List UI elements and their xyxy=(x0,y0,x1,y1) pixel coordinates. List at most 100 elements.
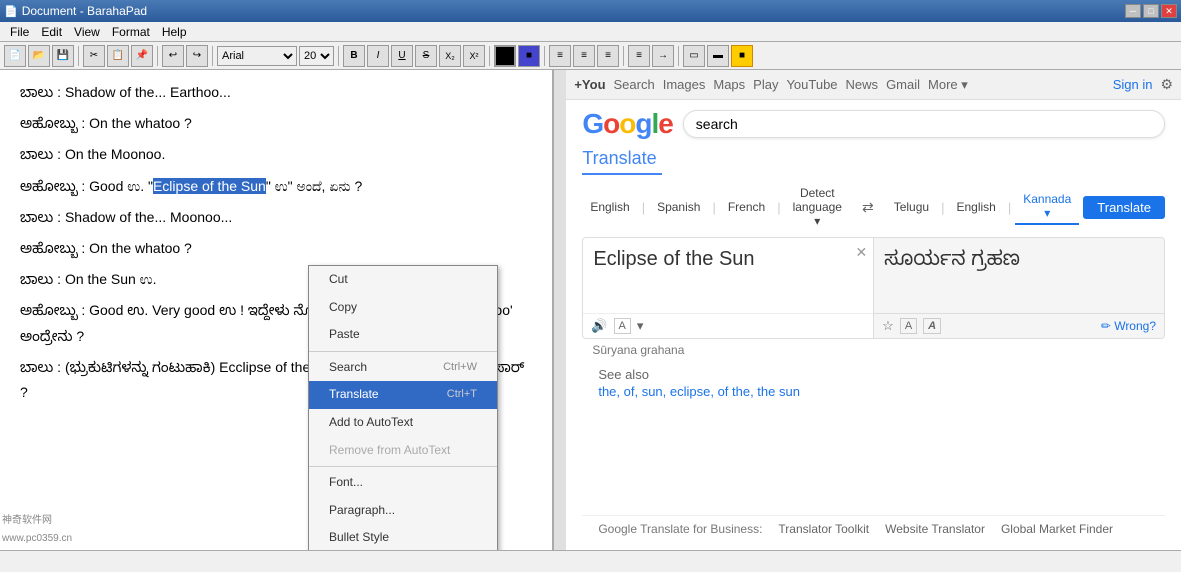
font-select[interactable]: Arial xyxy=(217,46,297,66)
close-button[interactable]: ✕ xyxy=(1161,4,1177,18)
menu-view[interactable]: View xyxy=(68,23,106,41)
google-nav-you[interactable]: +You xyxy=(574,77,605,92)
cm-add-autotext-label: Add to AutoText xyxy=(329,412,413,434)
toolbar-sep4 xyxy=(338,46,339,66)
toolbar-sep7 xyxy=(623,46,624,66)
toolbar-redo[interactable]: ↪ xyxy=(186,45,208,67)
google-nav-play[interactable]: Play xyxy=(753,77,778,92)
output-share-icon[interactable]: A xyxy=(900,318,917,334)
translation-boxes: Eclipse of the Sun ✕ 🔊 A ▾ ಸೂರ್ಯನ ಗ್ರಹಣ xyxy=(582,237,1165,339)
toolbar-columns2[interactable]: ▬ xyxy=(707,45,729,67)
translation-close-icon[interactable]: ✕ xyxy=(855,244,867,261)
romanization: Sūryana grahana xyxy=(582,339,1165,361)
google-nav-more[interactable]: More ▾ xyxy=(928,77,968,93)
toolbar-open[interactable]: 📂 xyxy=(28,45,50,67)
output-icons: ☆ A A xyxy=(882,318,941,334)
menu-format[interactable]: Format xyxy=(106,23,156,41)
speaker-icon[interactable]: 🔊 xyxy=(591,318,607,334)
google-nav-maps[interactable]: Maps xyxy=(713,77,745,92)
toolbar-underline[interactable]: U xyxy=(391,45,413,67)
doc-text-7: On the Sun ಉ. xyxy=(65,271,157,287)
toolbar-superscript[interactable]: X² xyxy=(463,45,485,67)
cm-font[interactable]: Font... xyxy=(309,469,497,497)
google-search-input[interactable] xyxy=(683,110,1165,138)
translation-output-controls: ☆ A A ✏ Wrong? xyxy=(874,313,1164,338)
toolbar-list[interactable]: ≡ xyxy=(628,45,650,67)
document-area[interactable]: 神奇软件网 www.pc0359.cn ಬಾಲು : Shadow of the… xyxy=(0,70,553,550)
cm-remove-autotext: Remove from AutoText xyxy=(309,437,497,465)
lang-kannada[interactable]: Kannada ▾ xyxy=(1015,189,1079,225)
google-nav: +You Search Images Maps Play YouTube New… xyxy=(574,77,967,93)
lang-target-english[interactable]: English xyxy=(948,197,1003,217)
google-nav-news[interactable]: News xyxy=(846,77,879,92)
translate-main-button[interactable]: Translate xyxy=(1083,196,1165,219)
doc-scrollbar[interactable] xyxy=(553,70,566,550)
cm-add-autotext[interactable]: Add to AutoText xyxy=(309,409,497,437)
toolbar-align-left[interactable]: ≡ xyxy=(549,45,571,67)
google-signin[interactable]: Sign in xyxy=(1113,77,1153,92)
toolbar-copy[interactable]: 📋 xyxy=(107,45,129,67)
toolbar-indent[interactable]: → xyxy=(652,45,674,67)
see-also-title: See also xyxy=(598,367,1149,382)
google-nav-search[interactable]: Search xyxy=(614,77,655,92)
lang-english[interactable]: English xyxy=(582,197,637,217)
wrong-link[interactable]: ✏ Wrong? xyxy=(1101,319,1156,333)
footer-market-finder[interactable]: Global Market Finder xyxy=(1001,522,1113,536)
toolbar-align-center[interactable]: ≡ xyxy=(573,45,595,67)
doc-line-6: ಅಹೋಬ್ಬು : On the whatoo ? xyxy=(20,236,532,261)
cm-bullet[interactable]: Bullet Style xyxy=(309,524,497,550)
logo-e: e xyxy=(658,108,673,139)
toolbar-bold[interactable]: B xyxy=(343,45,365,67)
cm-translate[interactable]: Translate Ctrl+T xyxy=(309,381,497,409)
google-settings-icon[interactable]: ⚙ xyxy=(1160,76,1173,93)
menu-edit[interactable]: Edit xyxy=(35,23,68,41)
footer-toolkit[interactable]: Translator Toolkit xyxy=(778,522,869,536)
toolbar-align-right[interactable]: ≡ xyxy=(597,45,619,67)
see-also: See also the, of, sun, eclipse, of the, … xyxy=(582,361,1165,405)
toolbar-sep5 xyxy=(489,46,490,66)
output-star-icon[interactable]: ☆ xyxy=(882,318,894,334)
lang-spanish[interactable]: Spanish xyxy=(649,197,708,217)
cm-sep1 xyxy=(309,351,497,352)
lang-arrow-icon: ⇄ xyxy=(862,199,874,216)
toolbar-undo[interactable]: ↩ xyxy=(162,45,184,67)
footer-website-translator[interactable]: Website Translator xyxy=(885,522,985,536)
input-dropdown-icon[interactable]: ▾ xyxy=(637,318,644,334)
cm-cut[interactable]: Cut xyxy=(309,266,497,294)
cm-translate-label: Translate xyxy=(329,384,379,406)
menu-help[interactable]: Help xyxy=(156,23,193,41)
phonetic-icon[interactable]: A xyxy=(614,318,631,334)
toolbar-cut[interactable]: ✂ xyxy=(83,45,105,67)
google-nav-images[interactable]: Images xyxy=(663,77,706,92)
toolbar-paste[interactable]: 📌 xyxy=(131,45,153,67)
toolbar-save[interactable]: 💾 xyxy=(52,45,74,67)
size-select[interactable]: 20 xyxy=(299,46,334,66)
toolbar-columns1[interactable]: ▭ xyxy=(683,45,705,67)
cm-paste[interactable]: Paste xyxy=(309,321,497,349)
menu-file[interactable]: File xyxy=(4,23,35,41)
toolbar-strikethrough[interactable]: S xyxy=(415,45,437,67)
cm-copy[interactable]: Copy xyxy=(309,294,497,322)
cm-copy-label: Copy xyxy=(329,297,357,319)
google-panel: +You Search Images Maps Play YouTube New… xyxy=(566,70,1181,550)
lang-telugu[interactable]: Telugu xyxy=(886,197,937,217)
toolbar-new[interactable]: 📄 xyxy=(4,45,26,67)
footer-brand: Google Translate for Business: xyxy=(598,522,762,536)
toolbar-subscript[interactable]: X₂ xyxy=(439,45,461,67)
maximize-button[interactable]: □ xyxy=(1143,4,1159,18)
cm-search-label: Search xyxy=(329,357,367,379)
cm-search[interactable]: Search Ctrl+W xyxy=(309,354,497,382)
cm-paragraph[interactable]: Paragraph... xyxy=(309,497,497,525)
google-nav-youtube[interactable]: YouTube xyxy=(786,77,837,92)
lang-detect[interactable]: Detect language ▾ xyxy=(785,183,850,231)
toolbar-highlight[interactable]: ■ xyxy=(518,45,540,67)
output-copy-icon[interactable]: A xyxy=(923,318,941,334)
lang-french[interactable]: French xyxy=(720,197,773,217)
toolbar-insert[interactable]: ■ xyxy=(731,45,753,67)
see-also-links[interactable]: the, of, sun, eclipse, of the, the sun xyxy=(598,384,1149,399)
toolbar-italic[interactable]: I xyxy=(367,45,389,67)
toolbar-color[interactable]: A xyxy=(494,45,516,67)
minimize-button[interactable]: ─ xyxy=(1125,4,1141,18)
context-menu: Cut Copy Paste Search Ctrl+W Translate C… xyxy=(308,265,498,550)
google-nav-gmail[interactable]: Gmail xyxy=(886,77,920,92)
